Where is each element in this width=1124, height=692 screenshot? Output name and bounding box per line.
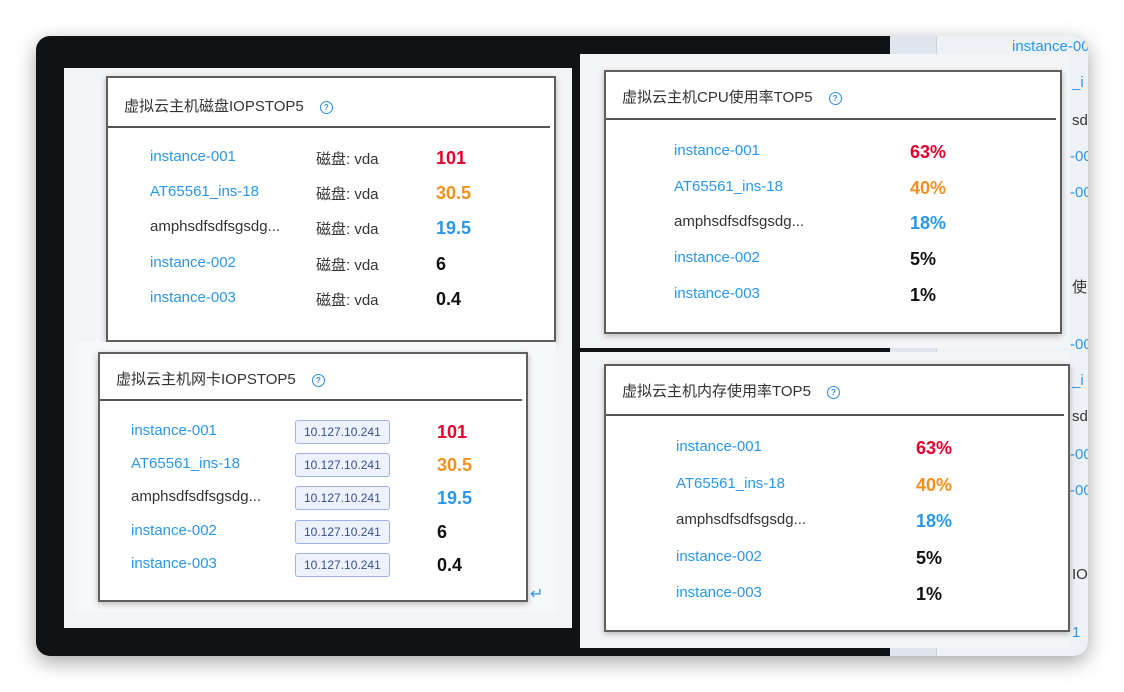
panel-title-text: 虚拟云主机网卡IOPSTOP5: [116, 371, 296, 388]
disk-label: 磁盘: vda: [316, 292, 379, 309]
instance-name[interactable]: amphsdfsdfsgsdg...: [676, 511, 806, 528]
instance-link[interactable]: AT65561_ins-18: [676, 475, 785, 492]
return-icon: ↵: [530, 586, 544, 603]
background-text: sd: [1072, 408, 1088, 425]
iops-value: 0.4: [436, 289, 462, 309]
help-icon[interactable]: ?: [826, 385, 840, 399]
background-text: 使: [1072, 279, 1088, 296]
instance-link[interactable]: instance-001: [131, 422, 217, 439]
divider: [108, 126, 550, 128]
instance-link[interactable]: instance-003: [131, 555, 217, 572]
nic-iops-title: 虚拟云主机网卡IOPSTOP5?: [116, 368, 325, 389]
usage-value: 40%: [910, 178, 947, 198]
panel-title-text: 虚拟云主机内存使用率TOP5: [622, 383, 811, 400]
instance-link[interactable]: instance-003: [676, 584, 762, 601]
disk-iops-panel: 虚拟云主机磁盘IOPSTOP5? instance-001 磁盘: vda 10…: [106, 76, 556, 342]
instance-link[interactable]: instance-003: [674, 285, 760, 302]
instance-link[interactable]: AT65561_ins-18: [150, 183, 259, 200]
nic-iops-panel: 虚拟云主机网卡IOPSTOP5? instance-001 10.127.10.…: [98, 352, 528, 602]
instance-name[interactable]: amphsdfsdfsgsdg...: [150, 218, 280, 235]
iops-value: 0.4: [437, 555, 463, 575]
mem-usage-title: 虚拟云主机内存使用率TOP5?: [622, 380, 840, 401]
divider: [100, 399, 522, 401]
help-icon[interactable]: ?: [311, 373, 325, 387]
instance-link[interactable]: instance-002: [676, 548, 762, 565]
usage-value: 1%: [916, 584, 943, 604]
instance-link[interactable]: AT65561_ins-18: [674, 178, 783, 195]
ip-tag: 10.127.10.241: [295, 486, 390, 510]
background-text: _i: [1072, 74, 1084, 91]
iops-value: 101: [436, 148, 467, 168]
usage-value: 40%: [916, 475, 953, 495]
help-icon[interactable]: ?: [828, 91, 842, 105]
screenshot-collage: instance-00 _i sd -00 -00 使 -00 _i sd -0…: [36, 36, 1088, 656]
usage-value: 63%: [910, 142, 947, 162]
disk-label: 磁盘: vda: [316, 221, 379, 238]
background-text: -00: [1070, 336, 1088, 353]
cpu-usage-title: 虚拟云主机CPU使用率TOP5?: [622, 86, 842, 107]
instance-link[interactable]: instance-001: [676, 438, 762, 455]
iops-value: 19.5: [437, 488, 473, 508]
ip-tag: 10.127.10.241: [295, 420, 390, 444]
background-text: -00: [1070, 148, 1088, 165]
iops-value: 30.5: [436, 183, 472, 203]
disk-label: 磁盘: vda: [316, 151, 379, 168]
help-icon[interactable]: ?: [319, 100, 333, 114]
background-text: -00: [1070, 482, 1088, 499]
divider: [606, 414, 1064, 416]
instance-link[interactable]: instance-003: [150, 289, 236, 306]
instance-link[interactable]: instance-002: [674, 249, 760, 266]
disk-label: 磁盘: vda: [316, 186, 379, 203]
background-text: IO: [1072, 566, 1088, 583]
instance-name[interactable]: amphsdfsdfsgsdg...: [674, 213, 804, 230]
ip-tag: 10.127.10.241: [295, 520, 390, 544]
usage-value: 18%: [910, 213, 947, 233]
iops-value: 6: [437, 522, 448, 542]
instance-link[interactable]: instance-001: [674, 142, 760, 159]
instance-link[interactable]: instance-002: [150, 254, 236, 271]
divider: [606, 118, 1056, 120]
disk-label: 磁盘: vda: [316, 257, 379, 274]
mem-usage-panel: 虚拟云主机内存使用率TOP5? instance-001 63% AT65561…: [604, 364, 1070, 632]
iops-value: 19.5: [436, 218, 472, 238]
background-text: sd: [1072, 112, 1088, 129]
iops-value: 101: [437, 422, 468, 442]
ip-tag: 10.127.10.241: [295, 453, 390, 477]
iops-value: 30.5: [437, 455, 473, 475]
instance-name[interactable]: amphsdfsdfsgsdg...: [131, 488, 261, 505]
background-link: instance-00: [1012, 38, 1088, 55]
background-text: -00: [1070, 446, 1088, 463]
panel-title-text: 虚拟云主机磁盘IOPSTOP5: [124, 98, 304, 115]
usage-value: 5%: [916, 548, 943, 568]
disk-iops-title: 虚拟云主机磁盘IOPSTOP5?: [124, 95, 333, 116]
iops-value: 6: [436, 254, 447, 274]
panel-title-text: 虚拟云主机CPU使用率TOP5: [622, 89, 813, 106]
usage-value: 5%: [910, 249, 937, 269]
usage-value: 1%: [910, 285, 937, 305]
background-text: -00: [1070, 184, 1088, 201]
instance-link[interactable]: AT65561_ins-18: [131, 455, 240, 472]
usage-value: 18%: [916, 511, 953, 531]
instance-link[interactable]: instance-001: [150, 148, 236, 165]
cpu-usage-panel: 虚拟云主机CPU使用率TOP5? instance-001 63% AT6556…: [604, 70, 1062, 334]
usage-value: 63%: [916, 438, 953, 458]
instance-link[interactable]: instance-002: [131, 522, 217, 539]
background-text: _i: [1072, 372, 1084, 389]
background-text: 1: [1072, 624, 1081, 641]
ip-tag: 10.127.10.241: [295, 553, 390, 577]
